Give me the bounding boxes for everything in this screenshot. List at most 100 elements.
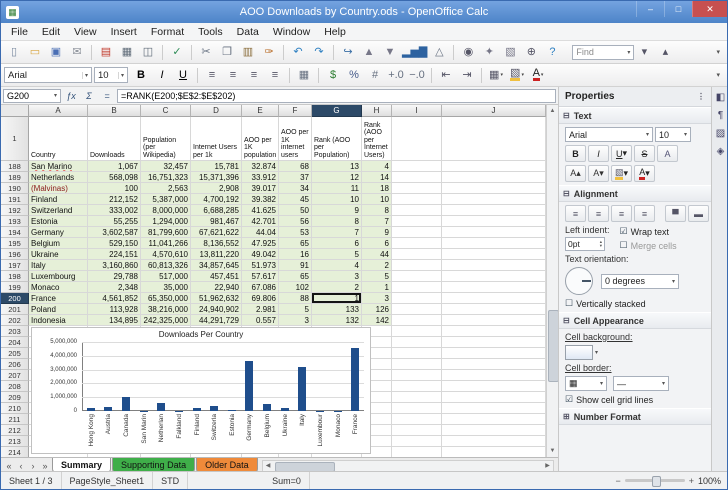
cell-H198[interactable]: 5 xyxy=(362,271,392,282)
cell-G196[interactable]: 5 xyxy=(312,249,362,260)
cell-A200[interactable]: France xyxy=(29,293,88,304)
cell-H193[interactable]: 7 xyxy=(362,216,392,227)
font-name-combo[interactable]: Arial ▾ xyxy=(4,67,92,83)
cell-F200[interactable]: 88 xyxy=(279,293,312,304)
cell-C201[interactable]: 38,216,000 xyxy=(141,304,191,315)
menu-window[interactable]: Window xyxy=(266,24,317,40)
menu-view[interactable]: View xyxy=(67,24,104,40)
cell-I189[interactable] xyxy=(392,172,442,183)
increase-font-size-icon[interactable]: A▴ xyxy=(565,165,586,182)
cell-F197[interactable]: 91 xyxy=(279,260,312,271)
cell-I195[interactable] xyxy=(392,238,442,249)
cell-B195[interactable]: 529,150 xyxy=(88,238,141,249)
text-orientation-combo[interactable]: 0 degrees ▾ xyxy=(601,273,679,289)
cell-G202[interactable]: 132 xyxy=(312,315,362,326)
row-header-212[interactable]: 212 xyxy=(1,425,29,436)
cell-D192[interactable]: 6,688,285 xyxy=(191,205,242,216)
cell-J202[interactable] xyxy=(442,315,546,326)
sidebar-shadow-icon[interactable]: A xyxy=(657,145,678,162)
formula-input[interactable]: =RANK(E200;$E$2:$E$202) xyxy=(117,88,556,103)
cell-J203[interactable] xyxy=(442,326,546,337)
percent-format-icon[interactable]: % xyxy=(344,66,364,84)
cell-E202[interactable]: 0.557 xyxy=(242,315,279,326)
sidebar-strikethrough-icon[interactable]: S xyxy=(634,145,655,162)
cell-G192[interactable]: 9 xyxy=(312,205,362,216)
cell-J208[interactable] xyxy=(442,381,546,392)
cell-I190[interactable] xyxy=(392,183,442,194)
cell-A194[interactable]: Germany xyxy=(29,227,88,238)
navigator-deck-icon[interactable]: ◈ xyxy=(713,144,727,159)
sidebar-bold-icon[interactable]: B xyxy=(565,145,586,162)
cell-I199[interactable] xyxy=(392,282,442,293)
find-previous-icon[interactable]: ▴ xyxy=(655,43,675,61)
cell-F189[interactable]: 37 xyxy=(279,172,312,183)
row-header-193[interactable]: 193 xyxy=(1,216,29,227)
cell-G200[interactable]: 1 xyxy=(312,293,362,304)
cell-H202[interactable]: 142 xyxy=(362,315,392,326)
cell-I204[interactable] xyxy=(392,337,442,348)
cell-E193[interactable]: 42.701 xyxy=(242,216,279,227)
cell-J214[interactable] xyxy=(442,447,546,457)
cell-F193[interactable]: 56 xyxy=(279,216,312,227)
show-cell-grid-lines-checkbox[interactable]: ☑ Show cell grid lines xyxy=(565,394,705,405)
row-header-213[interactable]: 213 xyxy=(1,436,29,447)
cell-D196[interactable]: 13,811,220 xyxy=(191,249,242,260)
decrease-indent-icon[interactable]: ⇤ xyxy=(436,66,456,84)
zoom-in-icon[interactable]: + xyxy=(689,476,694,486)
cell-J193[interactable] xyxy=(442,216,546,227)
cell-D190[interactable]: 2,908 xyxy=(191,183,242,194)
toolbar-options-icon[interactable]: ▾ xyxy=(712,71,724,79)
cell-A188[interactable]: San Marino xyxy=(29,161,88,172)
cell-G198[interactable]: 3 xyxy=(312,271,362,282)
wrap-text-checkbox[interactable]: ☑ Wrap text xyxy=(620,226,677,237)
collapse-icon[interactable]: ⊟ xyxy=(563,189,570,198)
cell-J213[interactable] xyxy=(442,436,546,447)
cell-B202[interactable]: 134,895 xyxy=(88,315,141,326)
cell-D195[interactable]: 8,136,552 xyxy=(191,238,242,249)
paste-icon[interactable]: ▥ xyxy=(238,43,258,61)
cell-A191[interactable]: Finland xyxy=(29,194,88,205)
cell-G191[interactable]: 10 xyxy=(312,194,362,205)
currency-format-icon[interactable]: $ xyxy=(323,66,343,84)
menu-file[interactable]: File xyxy=(4,24,35,40)
cell-B197[interactable]: 3,160,860 xyxy=(88,260,141,271)
cell-B198[interactable]: 29,788 xyxy=(88,271,141,282)
decrease-font-size-icon[interactable]: A▾ xyxy=(588,165,609,182)
cell-I194[interactable] xyxy=(392,227,442,238)
cell-I202[interactable] xyxy=(392,315,442,326)
cell-I188[interactable] xyxy=(392,161,442,172)
sidebar-align-right-icon[interactable]: ≡ xyxy=(611,205,632,222)
cell-G197[interactable]: 4 xyxy=(312,260,362,271)
gallery-icon[interactable]: ▧ xyxy=(500,43,520,61)
cell-A196[interactable]: Ukraine xyxy=(29,249,88,260)
cell-A198[interactable]: Luxembourg xyxy=(29,271,88,282)
cell-A201[interactable]: Poland xyxy=(29,304,88,315)
menu-data[interactable]: Data xyxy=(230,24,266,40)
cell-H199[interactable]: 1 xyxy=(362,282,392,293)
cell-F191[interactable]: 45 xyxy=(279,194,312,205)
cell-J199[interactable] xyxy=(442,282,546,293)
cell-E200[interactable]: 69.806 xyxy=(242,293,279,304)
maximize-button[interactable]: □ xyxy=(664,1,692,17)
cell-D197[interactable]: 34,857,645 xyxy=(191,260,242,271)
panel-menu-icon[interactable]: ⋮ xyxy=(697,92,705,101)
sidebar-underline-icon[interactable]: U ▾ xyxy=(611,145,632,162)
cell-D194[interactable]: 67,621,622 xyxy=(191,227,242,238)
font-color-icon[interactable]: A ▾ xyxy=(528,66,548,84)
cell-J192[interactable] xyxy=(442,205,546,216)
cell-J195[interactable] xyxy=(442,238,546,249)
row-header-211[interactable]: 211 xyxy=(1,414,29,425)
zoom-slider[interactable] xyxy=(624,476,685,487)
merge-cells-icon[interactable]: ▦ xyxy=(294,66,314,84)
sidebar-align-middle-icon[interactable]: ▬ xyxy=(688,205,709,222)
cell-D198[interactable]: 457,451 xyxy=(191,271,242,282)
cell-background-swatch[interactable] xyxy=(565,345,593,360)
cell-G188[interactable]: 13 xyxy=(312,161,362,172)
cell-H191[interactable]: 10 xyxy=(362,194,392,205)
italic-icon[interactable]: I xyxy=(152,66,172,84)
cell-E194[interactable]: 44.04 xyxy=(242,227,279,238)
collapse-icon[interactable]: ⊟ xyxy=(563,316,570,325)
close-button[interactable]: ✕ xyxy=(692,1,727,17)
minimize-button[interactable]: – xyxy=(636,1,664,17)
spellcheck-icon[interactable]: ✓ xyxy=(167,43,187,61)
